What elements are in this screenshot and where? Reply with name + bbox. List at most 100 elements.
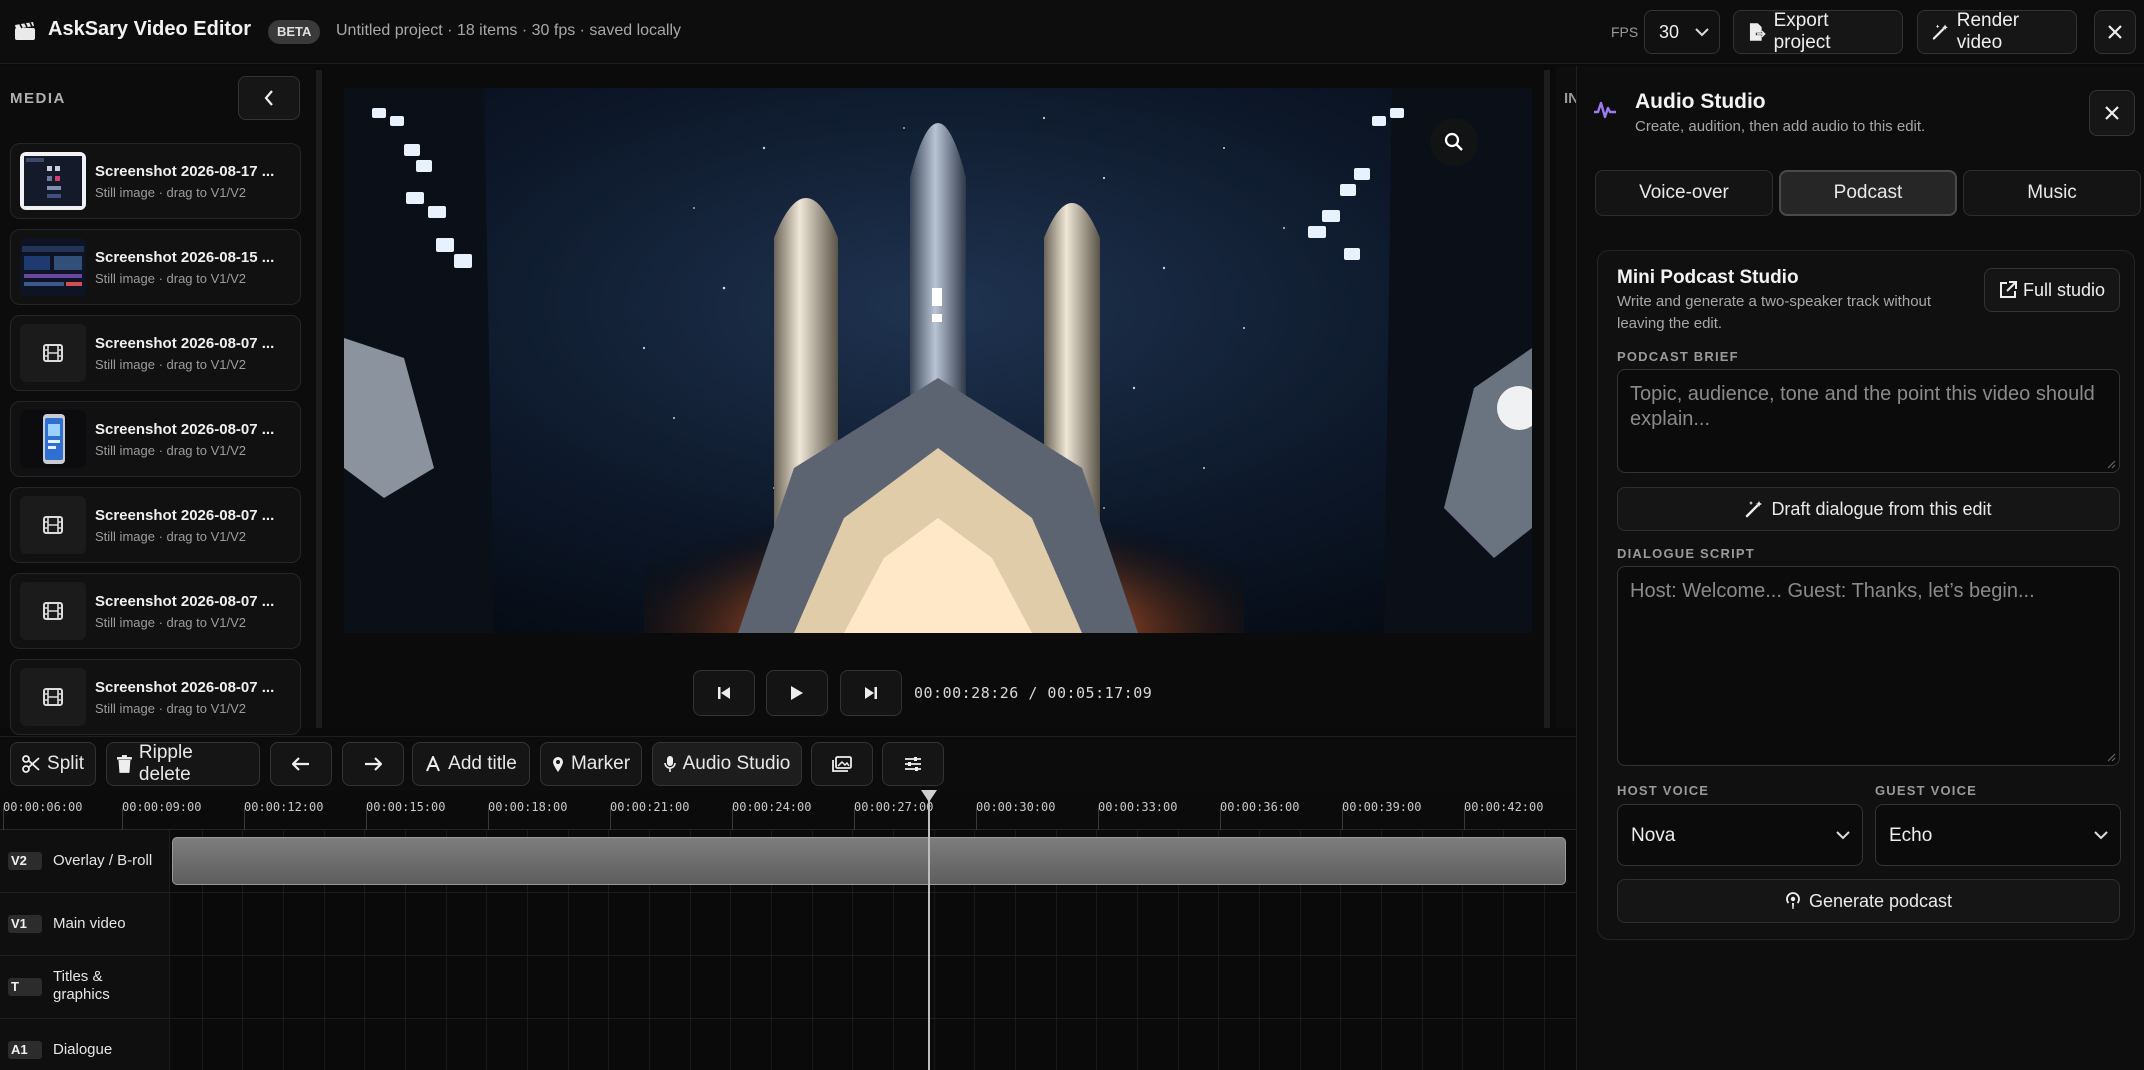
close-editor-button[interactable] <box>2094 10 2136 54</box>
render-video-button[interactable]: Render video <box>1917 10 2077 54</box>
resize-handle-icon <box>2107 753 2116 762</box>
timeline-toolbar: Split Ripple delete Add title Marker Aud… <box>0 736 1576 790</box>
track-name: Dialogue <box>53 1041 113 1058</box>
generate-podcast-button[interactable]: Generate podcast <box>1617 879 2120 923</box>
skip-forward-icon <box>865 687 877 699</box>
timeline-settings-button[interactable] <box>882 742 944 786</box>
microphone-icon <box>663 756 676 772</box>
full-studio-button[interactable]: Full studio <box>1984 268 2120 312</box>
close-studio-button[interactable] <box>2089 90 2135 136</box>
media-panel-title: MEDIA <box>10 90 66 107</box>
media-item-name: Screenshot 2026-08-17 ... <box>95 163 275 180</box>
host-voice-select[interactable]: Nova <box>1617 804 1863 866</box>
media-item-type: Still image · drag to V1/V2 <box>95 615 247 630</box>
sliders-icon <box>905 757 921 771</box>
dialogue-script-input[interactable]: Host: Welcome... Guest: Thanks, let’s be… <box>1617 566 2120 766</box>
audio-studio-button[interactable]: Audio Studio <box>652 742 802 786</box>
media-thumbnail <box>20 668 86 726</box>
ruler-tick-label: 00:00:06:00 <box>3 800 83 814</box>
export-project-button[interactable]: Export project <box>1733 10 1903 54</box>
undo-button[interactable] <box>270 742 332 786</box>
media-thumbnail <box>20 496 86 554</box>
track-header[interactable]: V2 Overlay / B-roll <box>0 830 170 892</box>
app-title: AskSary Video Editor <box>48 18 252 40</box>
preview-resize-handle[interactable] <box>1544 70 1550 728</box>
track-header[interactable]: V1 Main video <box>0 893 170 955</box>
media-item-type: Still image · drag to V1/V2 <box>95 185 247 200</box>
track-tag: V1 <box>8 915 42 933</box>
fps-select[interactable]: 30 <box>1644 10 1720 54</box>
track-a1: A1 Dialogue <box>0 1019 1576 1070</box>
ruler-tick-label: 00:00:18:00 <box>488 800 568 814</box>
media-item[interactable]: Screenshot 2026-08-07 ... Still image · … <box>10 315 301 391</box>
track-tag: T <box>8 978 42 996</box>
trash-icon <box>117 755 132 773</box>
chevron-down-icon <box>1695 28 1709 37</box>
track-header[interactable]: T Titles & graphics <box>0 956 170 1018</box>
ruler-tick-label: 00:00:12:00 <box>244 800 324 814</box>
dialogue-script-label: DIALOGUE SCRIPT <box>1617 546 1755 561</box>
film-icon <box>43 602 63 620</box>
generate-podcast-label: Generate podcast <box>1808 890 1953 911</box>
media-item-name: Screenshot 2026-08-07 ... <box>95 679 275 696</box>
draft-dialogue-button[interactable]: Draft dialogue from this edit <box>1617 487 2120 531</box>
track-header[interactable]: A1 Dialogue <box>0 1019 170 1070</box>
mini-podcast-card: Mini Podcast Studio Write and generate a… <box>1597 250 2135 940</box>
tab-voice-over[interactable]: Voice-over <box>1595 170 1773 216</box>
fps-value: 30 <box>1659 22 1680 42</box>
media-item[interactable]: Screenshot 2026-08-07 ... Still image · … <box>10 659 301 735</box>
scissors-icon <box>22 755 40 773</box>
chevron-left-icon <box>264 90 273 106</box>
add-title-label: Add title <box>448 753 517 774</box>
podcast-brief-input[interactable]: Topic, audience, tone and the point this… <box>1617 369 2120 473</box>
media-item[interactable]: Screenshot 2026-08-07 ... Still image · … <box>10 401 301 477</box>
track-tag: V2 <box>8 852 42 870</box>
podcast-icon <box>1786 892 1800 909</box>
dialogue-script-placeholder: Host: Welcome... Guest: Thanks, let’s be… <box>1630 580 2035 602</box>
media-library-button[interactable] <box>811 742 873 786</box>
add-title-button[interactable]: Add title <box>412 742 530 786</box>
media-list: Screenshot 2026-08-17 ... Still image · … <box>10 143 301 745</box>
skip-back-button[interactable] <box>693 670 755 716</box>
skip-forward-button[interactable] <box>840 670 902 716</box>
split-label: Split <box>47 753 84 774</box>
magic-wand-icon <box>1932 24 1948 40</box>
ruler-tick-label: 00:00:24:00 <box>732 800 812 814</box>
playhead[interactable] <box>928 790 930 1070</box>
collapse-media-button[interactable] <box>238 76 300 120</box>
guest-voice-select[interactable]: Echo <box>1875 804 2121 866</box>
redo-button[interactable] <box>342 742 404 786</box>
tab-music[interactable]: Music <box>1963 170 2141 216</box>
ruler-tick-label: 00:00:15:00 <box>366 800 446 814</box>
card-description: Write and generate a two-speaker track w… <box>1617 293 1932 332</box>
marker-button[interactable]: Marker <box>540 742 642 786</box>
tab-podcast[interactable]: Podcast <box>1779 170 1957 216</box>
media-item-name: Screenshot 2026-08-07 ... <box>95 335 275 352</box>
playhead-handle[interactable] <box>921 790 937 802</box>
zoom-button[interactable] <box>1430 118 1478 166</box>
media-item[interactable]: Screenshot 2026-08-07 ... Still image · … <box>10 573 301 649</box>
timeline-ruler[interactable]: 00:00:06:00 00:00:09:00 00:00:12:00 00:0… <box>0 790 1576 830</box>
split-button[interactable]: Split <box>10 742 96 786</box>
media-item[interactable]: Screenshot 2026-08-15 ... Still image · … <box>10 229 301 305</box>
media-item-type: Still image · drag to V1/V2 <box>95 701 247 716</box>
chevron-down-icon <box>1836 831 1850 840</box>
media-item[interactable]: Screenshot 2026-08-17 ... Still image · … <box>10 143 301 219</box>
ruler-tick-label: 00:00:27:00 <box>854 800 934 814</box>
file-export-icon <box>1749 23 1766 41</box>
track-v1: V1 Main video <box>0 893 1576 956</box>
render-video-label: Render video <box>1956 10 2020 53</box>
podcast-brief-placeholder: Topic, audience, tone and the point this… <box>1630 383 2095 430</box>
overlay-clip[interactable] <box>172 837 1566 885</box>
track-name: Overlay / B-roll <box>53 852 153 869</box>
media-item-type: Still image · drag to V1/V2 <box>95 357 247 372</box>
media-item[interactable]: Screenshot 2026-08-07 ... Still image · … <box>10 487 301 563</box>
media-item-name: Screenshot 2026-08-07 ... <box>95 421 275 438</box>
timeline-tracks: V2 Overlay / B-roll V1 Main video T Titl… <box>0 830 1576 1070</box>
media-item-name: Screenshot 2026-08-07 ... <box>95 507 275 524</box>
play-button[interactable] <box>766 670 828 716</box>
fps-label: FPS <box>1611 24 1639 40</box>
ripple-delete-button[interactable]: Ripple delete <box>106 742 260 786</box>
text-icon <box>426 756 441 772</box>
clapperboard-icon <box>14 21 36 41</box>
